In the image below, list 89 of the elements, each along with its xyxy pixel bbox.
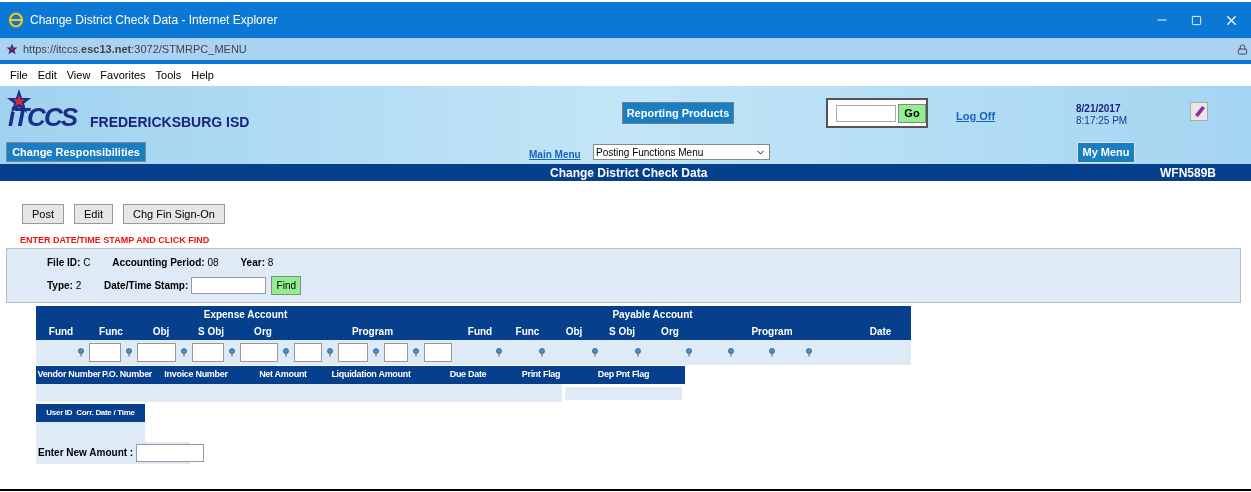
column-header: S Obj — [196, 324, 226, 339]
pin-icon[interactable] — [373, 347, 379, 357]
pin-icon[interactable] — [686, 347, 692, 357]
menu-item[interactable]: Favorites — [100, 66, 146, 84]
column-header: Program — [750, 324, 794, 339]
year-label: Year: 8 — [240, 256, 274, 270]
account-field[interactable] — [338, 342, 368, 362]
column-header: Func — [514, 324, 541, 339]
column-header: Liquidation Amount — [330, 367, 412, 381]
column-header: Invoice Number — [163, 367, 229, 381]
menu-item[interactable]: Help — [191, 66, 214, 84]
pin-icon[interactable] — [229, 347, 235, 357]
menu-item[interactable]: View — [66, 66, 91, 84]
pin-icon[interactable] — [413, 347, 419, 357]
account-field[interactable] — [240, 342, 278, 362]
status-message: ENTER DATE/TIME STAMP AND CLICK FIND — [20, 234, 211, 247]
column-header: Net Amount — [258, 367, 308, 381]
current-time: 8:17:25 PM — [1076, 114, 1128, 128]
type-label: Type: 2 — [47, 279, 83, 293]
account-field[interactable] — [424, 342, 452, 362]
go-button[interactable]: Go — [898, 103, 926, 123]
lock-icon — [1237, 43, 1248, 55]
district-name: FREDERICKSBURG ISD — [90, 113, 250, 132]
action-button[interactable]: Post — [22, 204, 64, 224]
account-field[interactable] — [294, 342, 322, 362]
account-field[interactable] — [89, 342, 121, 362]
address-bar[interactable]: https://itccs.esc13.net:3072/STMRPC_MENU — [0, 38, 1251, 64]
pin-icon[interactable] — [126, 347, 132, 357]
date-time-stamp-field[interactable] — [191, 277, 267, 294]
log-off-link[interactable]: Log Off — [956, 108, 996, 125]
pin-icon[interactable] — [769, 347, 775, 357]
column-header: Program — [350, 324, 395, 339]
menu-item[interactable]: Tools — [155, 66, 182, 84]
column-header: Obj — [151, 324, 171, 339]
column-header: Vendor Number — [36, 367, 102, 381]
star-icon — [6, 43, 18, 55]
pin-icon[interactable] — [283, 347, 289, 357]
pin-icon[interactable] — [78, 347, 84, 357]
action-button[interactable]: Edit — [74, 204, 113, 224]
menu-item[interactable]: Edit — [37, 66, 57, 84]
column-header: Dep Pnt Flag — [596, 367, 651, 381]
column-header: User ID — [46, 406, 73, 419]
find-button[interactable]: Find — [271, 276, 302, 295]
window-title: Change District Check Data - Internet Explorer — [30, 12, 278, 29]
column-header: Org — [253, 324, 273, 339]
logo-text: iTCCS — [8, 104, 76, 130]
new-amount-label: Enter New Amount : — [38, 446, 134, 460]
column-header: Org — [660, 324, 680, 339]
column-header: Corr. Date / Time — [76, 406, 135, 419]
column-header: Print Flag — [520, 367, 562, 381]
accounting-period-label: Accounting Period: 08 — [112, 256, 219, 270]
pin-icon[interactable] — [728, 347, 734, 357]
file-id-label: File ID: C — [47, 256, 91, 270]
change-responsibilities-button[interactable]: Change Responsibilities — [6, 142, 146, 162]
menu-item[interactable]: File — [10, 66, 28, 84]
account-field[interactable] — [137, 342, 176, 362]
pin-icon[interactable] — [539, 347, 545, 357]
action-button[interactable]: Chg Fin Sign-On — [123, 204, 225, 224]
column-header: Obj — [564, 324, 584, 339]
my-menu-button[interactable]: My Menu — [1077, 142, 1135, 163]
pin-icon[interactable] — [181, 347, 187, 357]
column-header: Due Date — [448, 367, 488, 381]
date-time-stamp-label: Date/Time Stamp: — [104, 279, 189, 293]
column-group-header: Payable Account — [611, 307, 694, 322]
new-amount-field[interactable] — [136, 443, 205, 462]
pin-icon[interactable] — [496, 347, 502, 357]
pin-icon[interactable] — [806, 347, 812, 357]
reporting-products-button[interactable]: Reporting Products — [622, 102, 734, 124]
page-title: Change District Check Data — [550, 164, 708, 182]
account-field[interactable] — [192, 342, 224, 362]
screen-code: WFN589B — [1160, 164, 1216, 182]
column-header: S Obj — [607, 324, 637, 339]
column-header: Fund — [466, 324, 494, 339]
browser-icon — [8, 12, 24, 28]
main-menu-link[interactable]: Main Menu — [529, 147, 581, 162]
url-text: https://itccs.esc13.net:3072/STMRPC_MENU — [23, 41, 247, 57]
column-group-header: Expense Account — [202, 307, 289, 322]
search-field[interactable] — [836, 104, 896, 122]
column-header: Func — [98, 324, 124, 339]
maximize-icon[interactable] — [1191, 14, 1202, 26]
column-header: Fund — [47, 324, 75, 339]
pin-icon[interactable] — [327, 347, 333, 357]
pin-icon[interactable] — [635, 347, 641, 357]
column-header: P.O. Number — [102, 367, 152, 381]
pin-icon[interactable] — [592, 347, 598, 357]
account-field[interactable] — [384, 342, 408, 362]
current-date: 8/21/2017 — [1076, 102, 1121, 116]
menu-select[interactable]: Posting Functions Menu — [593, 144, 770, 160]
column-header: Date — [868, 324, 893, 339]
